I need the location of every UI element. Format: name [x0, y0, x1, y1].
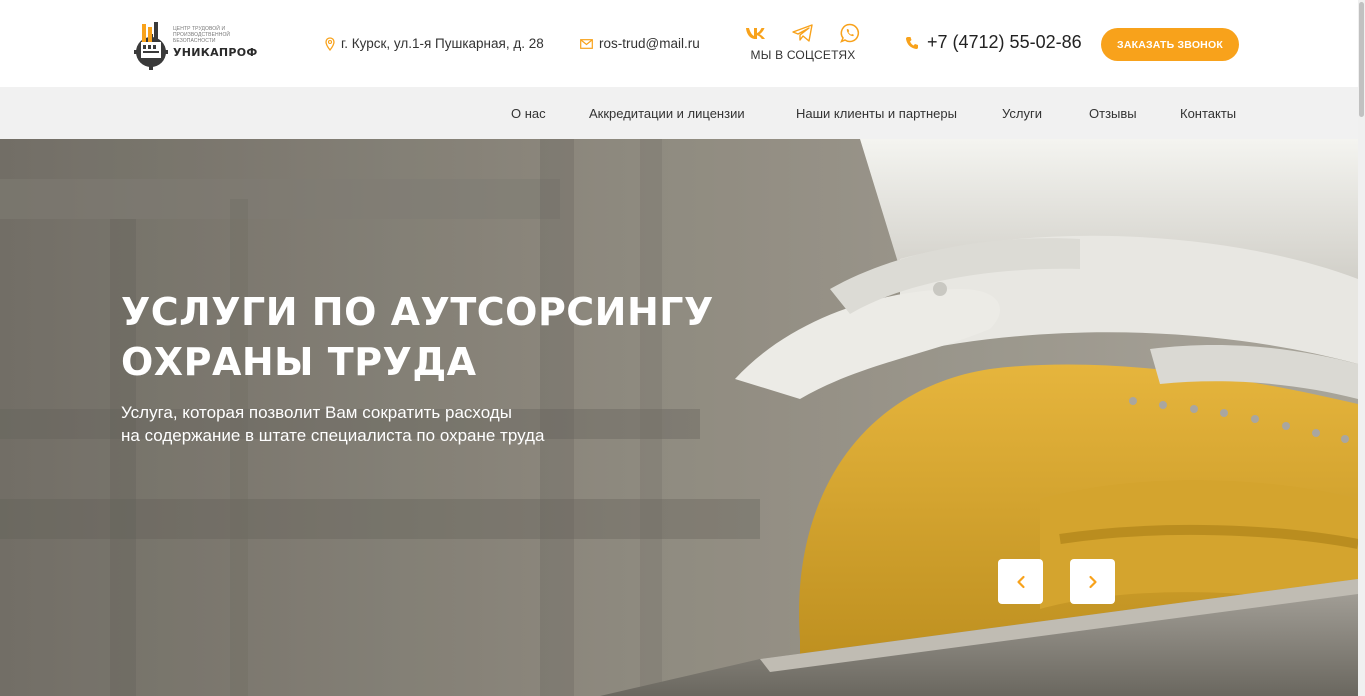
nav-item-clients[interactable]: Наши клиенты и партнеры [796, 106, 957, 121]
location-pin-icon [325, 36, 335, 51]
logo-name: УНИКАПРОФ [173, 45, 258, 59]
chevron-right-icon [1088, 575, 1097, 588]
logo[interactable]: ЦЕНТР ТРУДОВОЙ И ПРОИЗВОДСТВЕННОЙ БЕЗОПА… [133, 14, 263, 70]
email-link[interactable]: ros-trud@mail.ru [599, 36, 700, 51]
address-text: г. Курск, ул.1-я Пушкарная, д. 28 [341, 36, 544, 51]
hero-title-line-2: ОХРАНЫ ТРУДА [121, 340, 477, 384]
order-call-button[interactable]: ЗАКАЗАТЬ ЗВОНОК [1101, 28, 1239, 61]
hero-subtitle: Услуга, которая позволит Вам сократить р… [121, 401, 681, 447]
phone-icon [905, 36, 918, 49]
hero-slider: УСЛУГИ ПО АУТСОРСИНГУ ОХРАНЫ ТРУДА Услуг… [0, 139, 1358, 696]
phone[interactable]: +7 (4712) 55-02-86 [905, 32, 1082, 53]
email[interactable]: ros-trud@mail.ru [580, 36, 700, 51]
slider-next-button[interactable] [1070, 559, 1115, 604]
nav-item-services[interactable]: Услуги [1002, 106, 1042, 121]
slider-prev-button[interactable] [998, 559, 1043, 604]
nav-item-reviews[interactable]: Отзывы [1089, 106, 1137, 121]
hero-subtitle-line-1: Услуга, которая позволит Вам сократить р… [121, 403, 512, 422]
nav-item-about[interactable]: О нас [511, 106, 546, 121]
whatsapp-icon[interactable] [838, 22, 862, 44]
hero-title-line-1: УСЛУГИ ПО АУТСОРСИНГУ [121, 290, 714, 334]
main-nav: О нас Аккредитации и лицензии Наши клиен… [0, 87, 1358, 139]
scrollbar-thumb[interactable] [1359, 2, 1364, 117]
vk-icon[interactable] [744, 22, 768, 44]
page-scrollbar[interactable] [1358, 0, 1365, 696]
envelope-icon [580, 38, 593, 49]
address: г. Курск, ул.1-я Пушкарная, д. 28 [325, 36, 544, 51]
nav-item-contacts[interactable]: Контакты [1180, 106, 1236, 121]
nav-item-accreditations[interactable]: Аккредитации и лицензии [589, 106, 745, 121]
logo-factory-icon [133, 16, 169, 70]
header: ЦЕНТР ТРУДОВОЙ И ПРОИЗВОДСТВЕННОЙ БЕЗОПА… [0, 0, 1358, 87]
social-links: МЫ В СОЦСЕТЯХ [742, 22, 864, 62]
telegram-icon[interactable] [791, 22, 815, 44]
social-label: МЫ В СОЦСЕТЯХ [750, 48, 856, 62]
hero-subtitle-line-2: на содержание в штате специалиста по охр… [121, 426, 545, 445]
hero-title: УСЛУГИ ПО АУТСОРСИНГУ ОХРАНЫ ТРУДА [121, 287, 761, 387]
logo-tagline: ЦЕНТР ТРУДОВОЙ И ПРОИЗВОДСТВЕННОЙ БЕЗОПА… [173, 25, 231, 44]
chevron-left-icon [1016, 575, 1025, 588]
phone-number[interactable]: +7 (4712) 55-02-86 [927, 32, 1082, 53]
